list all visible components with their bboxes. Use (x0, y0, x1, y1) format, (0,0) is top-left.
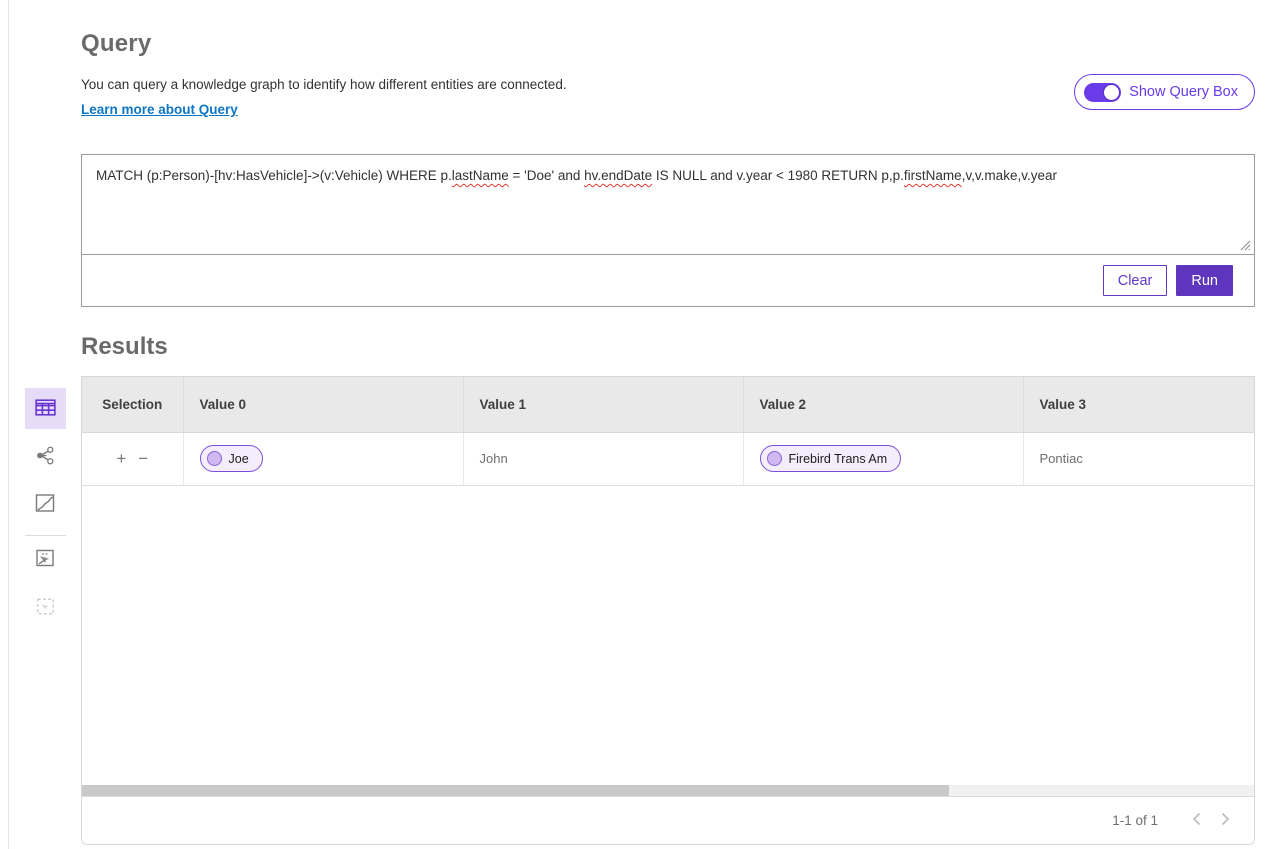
results-view-toolbar (9, 388, 81, 635)
entity-chip-label: Firebird Trans Am (789, 452, 888, 466)
add-to-selection-button[interactable]: + (110, 448, 132, 469)
remove-from-selection-button[interactable]: − (132, 448, 154, 469)
query-text-segment: hv.endDate (584, 168, 652, 183)
sidebar-item-add-to-map[interactable] (25, 539, 66, 580)
pagination-range: 1-1 of 1 (1112, 813, 1158, 828)
value-cell: Pontiac (1023, 432, 1254, 485)
horizontal-scrollbar[interactable] (82, 785, 1254, 796)
results-table: SelectionValue 0Value 1Value 2Value 3 +−… (82, 377, 1254, 486)
resize-handle-icon[interactable] (1239, 239, 1251, 251)
query-text-segment: IS NULL and v.year < 1980 RETURN p,p. (652, 168, 904, 183)
results-table-container: SelectionValue 0Value 1Value 2Value 3 +−… (82, 377, 1254, 785)
sidebar-item-map-view[interactable] (25, 484, 66, 525)
query-text-segment: = 'Doe' and (509, 168, 584, 183)
results-block: SelectionValue 0Value 1Value 2Value 3 +−… (81, 376, 1255, 845)
column-header-value-3: Value 3 (1023, 377, 1254, 432)
map-selection-icon (33, 546, 57, 573)
query-text-segment: ,v,v.make,v.year (962, 168, 1057, 183)
column-header-value-0: Value 0 (183, 377, 463, 432)
entity-dot-icon (207, 451, 222, 466)
column-header-value-2: Value 2 (743, 377, 1023, 432)
column-header-value-1: Value 1 (463, 377, 743, 432)
value-cell: Firebird Trans Am (743, 432, 1023, 485)
map-icon (33, 491, 57, 518)
main-panel: Query You can query a knowledge graph to… (81, 0, 1255, 845)
entity-chip[interactable]: Joe (200, 445, 263, 472)
results-footer: 1-1 of 1 (82, 796, 1254, 844)
sidebar-item-selection-tool[interactable] (25, 587, 66, 628)
clear-button[interactable]: Clear (1103, 265, 1168, 296)
query-actions-bar: Clear Run (81, 255, 1255, 307)
table-row: +− Joe John Firebird Trans Am Pontiac (82, 432, 1254, 485)
dashed-selection-icon (34, 595, 57, 621)
learn-more-link[interactable]: Learn more about Query (81, 102, 238, 117)
scrollbar-thumb[interactable] (82, 785, 949, 796)
results-title: Results (81, 333, 1255, 361)
table-icon (33, 395, 58, 423)
column-header-selection: Selection (82, 377, 183, 432)
entity-chip[interactable]: Firebird Trans Am (760, 445, 902, 472)
page-title: Query (81, 30, 1255, 58)
query-input[interactable]: MATCH (p:Person)-[hv:HasVehicle]->(v:Veh… (81, 154, 1255, 255)
toggle-switch-icon (1084, 83, 1121, 102)
selection-cell: +− (82, 432, 183, 485)
run-button[interactable]: Run (1176, 265, 1233, 296)
value-cell: Joe (183, 432, 463, 485)
toggle-label: Show Query Box (1129, 84, 1238, 100)
table-empty-area (82, 486, 1254, 785)
sidebar-item-table-view[interactable] (25, 388, 66, 429)
query-text-segment: firstName (904, 168, 962, 183)
entity-chip-label: Joe (229, 452, 249, 466)
entity-dot-icon (767, 451, 782, 466)
toolbar-divider (25, 535, 66, 536)
query-text-segment: lastName (452, 168, 509, 183)
chevron-left-icon[interactable] (1182, 808, 1211, 833)
chevron-right-icon[interactable] (1211, 808, 1240, 833)
query-text-segment: MATCH (p:Person)-[hv:HasVehicle]->(v:Veh… (96, 168, 452, 183)
link-chart-icon (34, 444, 57, 470)
sidebar-item-link-chart-view[interactable] (25, 436, 66, 477)
show-query-box-toggle[interactable]: Show Query Box (1074, 74, 1255, 110)
value-cell: John (463, 432, 743, 485)
query-panel: MATCH (p:Person)-[hv:HasVehicle]->(v:Veh… (81, 154, 1255, 307)
